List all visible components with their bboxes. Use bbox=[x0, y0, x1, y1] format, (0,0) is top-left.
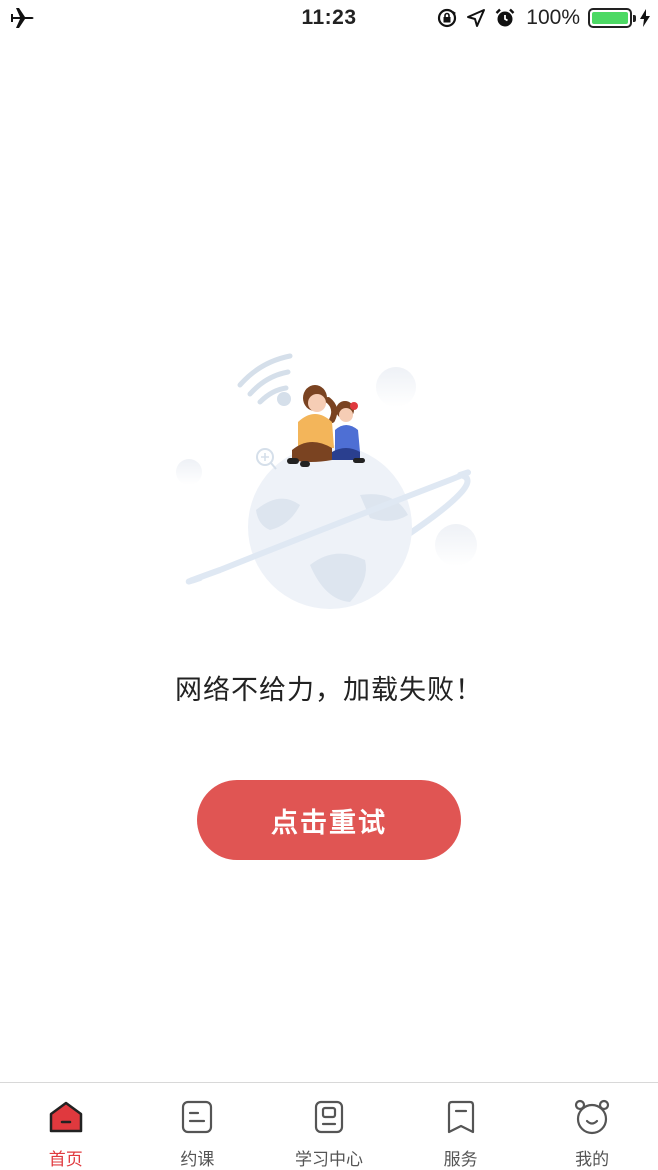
battery-fill bbox=[592, 12, 628, 24]
retry-button[interactable]: 点击重试 bbox=[197, 780, 461, 860]
battery-percent: 100% bbox=[526, 6, 580, 29]
battery-icon bbox=[588, 8, 636, 28]
alarm-icon bbox=[495, 8, 515, 27]
tab-home[interactable]: 首页 bbox=[0, 1083, 132, 1170]
status-bar: 11:23 100% bbox=[0, 0, 658, 38]
battery-cap bbox=[633, 15, 636, 22]
learning-center-icon bbox=[314, 1100, 344, 1134]
rotation-lock-icon bbox=[438, 8, 457, 28]
tab-home-label: 首页 bbox=[48, 1150, 83, 1170]
booking-icon bbox=[182, 1100, 213, 1134]
charging-icon bbox=[640, 9, 650, 27]
tab-booking[interactable]: 约课 bbox=[132, 1083, 264, 1170]
tab-bar: 首页 约课 学习中心 服务 我的 bbox=[0, 1082, 658, 1170]
service-icon bbox=[447, 1100, 474, 1134]
tab-profile[interactable]: 我的 bbox=[526, 1083, 658, 1170]
screen: 11:23 100% 网络不给力，加载失败！ 点击重试 首页 约课 学习中心 服… bbox=[0, 0, 658, 1170]
location-icon bbox=[467, 9, 486, 27]
tab-booking-label: 约课 bbox=[180, 1150, 215, 1170]
profile-icon bbox=[575, 1099, 610, 1135]
tab-service-label: 服务 bbox=[443, 1150, 478, 1170]
tab-service[interactable]: 服务 bbox=[395, 1083, 527, 1170]
network-error-illustration bbox=[176, 353, 477, 609]
home-icon bbox=[49, 1101, 83, 1133]
error-message: 网络不给力，加载失败！ bbox=[175, 675, 483, 706]
tab-learning-center-label: 学习中心 bbox=[294, 1150, 363, 1170]
tab-learning-center[interactable]: 学习中心 bbox=[263, 1083, 395, 1170]
tab-profile-label: 我的 bbox=[575, 1150, 610, 1170]
status-right: 100% bbox=[436, 5, 650, 31]
